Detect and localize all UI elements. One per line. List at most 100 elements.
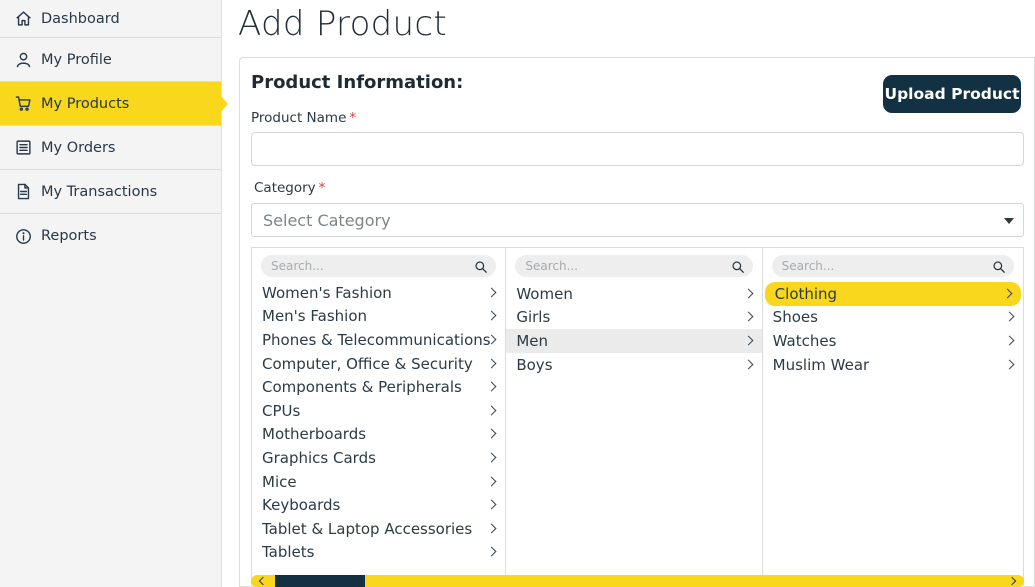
category-item[interactable]: Girls xyxy=(506,306,761,330)
sidebar-item-label: Dashboard xyxy=(41,10,120,27)
category-item[interactable]: Tablet & Laptop Accessories xyxy=(252,517,505,541)
category-item-label: Men xyxy=(516,331,549,350)
category-column-1: Women's Fashion Men's Fashion Phones & Tel… xyxy=(252,248,507,587)
scroll-left-icon[interactable] xyxy=(258,576,268,586)
category-item-label: Clothing xyxy=(774,284,838,303)
category-item[interactable]: Graphics Cards xyxy=(252,446,505,470)
category-item[interactable]: Men xyxy=(506,329,762,353)
sidebar-item-dashboard[interactable]: Dashboard xyxy=(0,0,221,38)
home-icon xyxy=(14,10,32,28)
sidebar-item-label: My Orders xyxy=(41,139,116,156)
required-mark: * xyxy=(349,110,357,126)
scrollbar-thumb[interactable] xyxy=(275,575,365,587)
category-item[interactable]: Phones & Telecommunications xyxy=(252,328,505,352)
cart-icon xyxy=(14,95,32,113)
category-item[interactable]: Women xyxy=(506,282,761,306)
category-item[interactable]: Motherboards xyxy=(252,423,505,447)
category-item[interactable]: Tablets xyxy=(252,541,505,565)
category-item[interactable]: Components & Peripherals xyxy=(252,375,505,399)
sidebar-item-my-orders[interactable]: My Orders xyxy=(0,126,221,170)
category-item[interactable]: Keyboards xyxy=(252,493,505,517)
chevron-right-icon xyxy=(486,287,497,298)
category-item-label: Motherboards xyxy=(262,425,367,444)
sidebar-item-my-transactions[interactable]: My Transactions xyxy=(0,170,221,214)
category-item-label: CPUs xyxy=(262,401,301,420)
category-search-2[interactable] xyxy=(515,255,753,277)
category-item[interactable]: Boys xyxy=(506,353,761,377)
category-item-label: Mice xyxy=(262,472,297,491)
category-item[interactable]: Watches xyxy=(763,329,1023,353)
category-item-label: Tablets xyxy=(262,543,315,562)
chevron-right-icon xyxy=(486,381,497,392)
search-icon[interactable] xyxy=(731,259,745,273)
chevron-right-icon xyxy=(743,335,754,346)
category-item-label: Boys xyxy=(516,355,553,374)
category-list-3: Clothing Shoes Watches Muslim Wear xyxy=(763,282,1023,376)
sidebar-item-reports[interactable]: Reports xyxy=(0,214,221,258)
category-item-label: Muslim Wear xyxy=(772,355,870,374)
chevron-right-icon xyxy=(1002,288,1013,299)
category-select[interactable]: Select Category xyxy=(251,203,1024,237)
scroll-right-icon[interactable] xyxy=(1007,576,1017,586)
search-icon[interactable] xyxy=(474,259,488,273)
category-item[interactable]: CPUs xyxy=(252,399,505,423)
category-item-label: Shoes xyxy=(772,308,818,327)
list-icon xyxy=(14,139,32,157)
sidebar-item-label: My Profile xyxy=(41,51,112,68)
chevron-right-icon xyxy=(486,428,497,439)
chevron-right-icon xyxy=(1004,311,1015,322)
chevron-right-icon xyxy=(486,310,497,321)
horizontal-scrollbar[interactable] xyxy=(251,575,1024,587)
category-item-label: Computer, Office & Security xyxy=(262,354,473,373)
search-input[interactable] xyxy=(781,259,980,273)
category-item[interactable]: Women's Fashion xyxy=(252,281,505,305)
section-title: Product Information: xyxy=(251,72,464,93)
sidebar: Dashboard My Profile My Products My Orde… xyxy=(0,0,228,587)
category-label: Category * xyxy=(254,180,326,196)
chevron-right-icon xyxy=(743,288,754,299)
upload-product-button[interactable]: Upload Product xyxy=(883,75,1021,113)
search-input[interactable] xyxy=(525,259,719,273)
category-item[interactable]: Mice xyxy=(252,470,505,494)
sidebar-item-label: My Products xyxy=(41,95,130,112)
category-item-label: Tablet & Laptop Accessories xyxy=(262,519,473,538)
category-search-3[interactable] xyxy=(771,255,1014,277)
user-icon xyxy=(14,51,32,69)
sidebar-item-my-profile[interactable]: My Profile xyxy=(0,38,221,82)
category-item-label: Keyboards xyxy=(262,496,341,515)
category-list-1: Women's Fashion Men's Fashion Phones & Tel… xyxy=(252,281,505,564)
category-item[interactable]: Muslim Wear xyxy=(763,353,1023,377)
sidebar-item-my-products[interactable]: My Products xyxy=(0,82,228,126)
category-item-label: Women xyxy=(516,284,573,303)
chevron-right-icon xyxy=(1004,359,1015,370)
search-icon[interactable] xyxy=(992,259,1006,273)
category-item-label: Graphics Cards xyxy=(262,448,376,467)
category-item[interactable]: Clothing xyxy=(764,282,1021,306)
sidebar-item-label: Reports xyxy=(41,228,97,244)
page-title: Add Product xyxy=(238,4,448,44)
category-item[interactable]: Computer, Office & Security xyxy=(252,352,505,376)
category-search-1[interactable] xyxy=(261,255,497,277)
required-mark: * xyxy=(318,180,326,196)
category-item[interactable]: Men's Fashion xyxy=(252,305,505,329)
chevron-right-icon xyxy=(486,476,497,486)
category-column-3: Clothing Shoes Watches Muslim Wear xyxy=(763,248,1023,587)
search-input[interactable] xyxy=(271,259,463,273)
chevron-right-icon xyxy=(486,546,497,557)
category-column-2: Women Girls Men Boys xyxy=(506,248,763,587)
category-item[interactable]: Shoes xyxy=(763,306,1023,330)
category-picker: Women's Fashion Men's Fashion Phones & Tel… xyxy=(251,247,1024,587)
chevron-right-icon xyxy=(743,359,754,370)
category-item-label: Components & Peripherals xyxy=(262,378,462,397)
chevron-right-icon xyxy=(1004,335,1015,346)
product-name-input[interactable] xyxy=(251,132,1024,166)
category-item-label: Phones & Telecommunications xyxy=(262,330,491,349)
category-item-label: Men's Fashion xyxy=(262,307,367,326)
caret-down-icon xyxy=(1004,218,1014,224)
category-item-label: Girls xyxy=(516,308,551,327)
info-icon xyxy=(14,227,32,245)
category-list-2: Women Girls Men Boys xyxy=(506,282,762,377)
product-info-card: Product Information: Upload Product Prod… xyxy=(239,57,1035,587)
chevron-right-icon xyxy=(743,311,754,322)
chevron-right-icon xyxy=(486,358,497,369)
